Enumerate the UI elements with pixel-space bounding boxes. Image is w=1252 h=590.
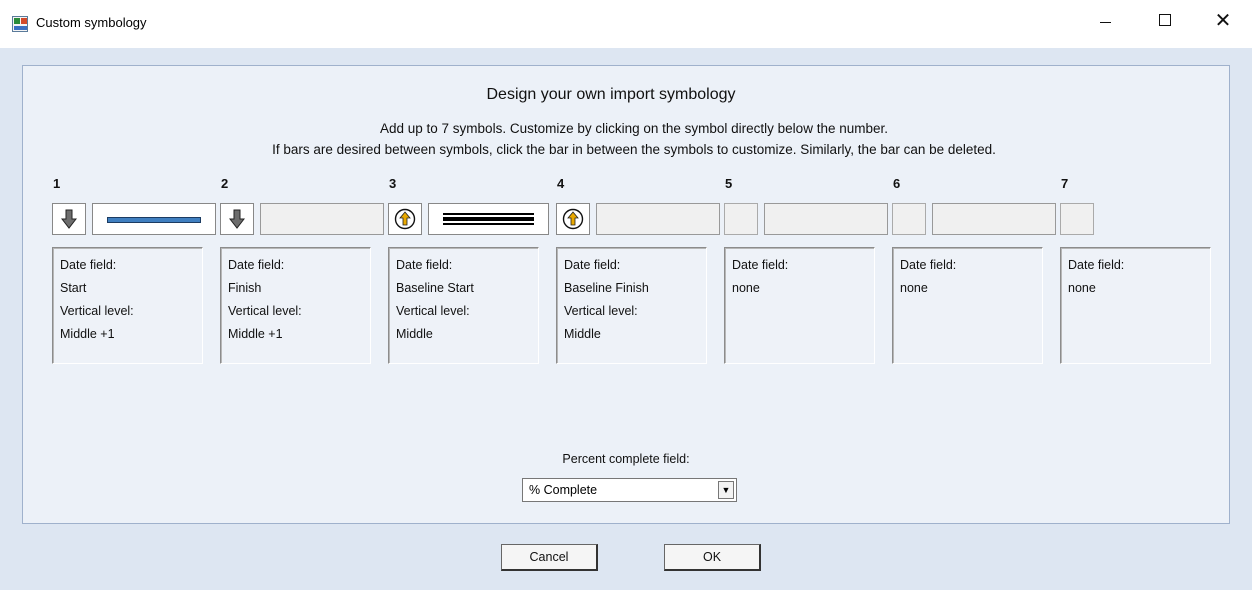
- date-field-value: Finish: [228, 281, 262, 295]
- slot-number-4: 4: [557, 176, 565, 191]
- page-heading: Design your own import symbology: [486, 86, 736, 103]
- bar-button-3[interactable]: [428, 203, 549, 235]
- percent-complete-select[interactable]: % Complete ▼: [522, 478, 737, 502]
- down-arrow-icon: [61, 209, 77, 229]
- up-arrow-circle-icon: [562, 208, 584, 230]
- date-field-label: Date field:: [1068, 258, 1125, 272]
- symbol-button-7[interactable]: [1060, 203, 1094, 235]
- ok-button[interactable]: OK: [664, 544, 761, 571]
- vertical-level-label: Vertical level:: [60, 304, 134, 318]
- instruction-text-2: If bars are desired between symbols, cli…: [272, 142, 996, 157]
- close-icon: ✕: [1214, 9, 1232, 32]
- slot-info-1[interactable]: Date field: Start Vertical level: Middle…: [52, 247, 203, 364]
- date-field-label: Date field:: [564, 258, 621, 272]
- symbol-button-5[interactable]: [724, 203, 758, 235]
- bar-button-5[interactable]: [764, 203, 888, 235]
- down-arrow-icon: [229, 209, 245, 229]
- date-field-value: none: [1068, 281, 1096, 295]
- slot-info-4[interactable]: Date field: Baseline Finish Vertical lev…: [556, 247, 707, 364]
- window-title: Custom symbology: [36, 15, 147, 30]
- symbol-button-6[interactable]: [892, 203, 926, 235]
- slot-number-7: 7: [1061, 176, 1069, 191]
- date-field-value: Start: [60, 281, 87, 295]
- vertical-level-label: Vertical level:: [396, 304, 470, 318]
- instruction-text-1: Add up to 7 symbols. Customize by clicki…: [380, 121, 888, 136]
- maximize-button[interactable]: [1142, 0, 1188, 40]
- date-field-value: none: [732, 281, 760, 295]
- cancel-button[interactable]: Cancel: [501, 544, 598, 571]
- vertical-level-value: Middle +1: [228, 327, 283, 341]
- date-field-label: Date field:: [732, 258, 789, 272]
- app-icon: [12, 16, 28, 32]
- minimize-button[interactable]: [1082, 0, 1128, 40]
- slot-number-6: 6: [893, 176, 901, 191]
- bar-button-1[interactable]: [92, 203, 216, 235]
- percent-complete-value: % Complete: [529, 483, 598, 497]
- vertical-level-value: Middle +1: [60, 327, 115, 341]
- slot-number-1: 1: [53, 176, 61, 191]
- date-field-label: Date field:: [60, 258, 117, 272]
- date-field-value: Baseline Finish: [564, 281, 649, 295]
- bar-button-2[interactable]: [260, 203, 384, 235]
- minimize-icon: [1099, 21, 1111, 23]
- chevron-down-icon[interactable]: ▼: [718, 481, 734, 499]
- slot-info-3[interactable]: Date field: Baseline Start Vertical leve…: [388, 247, 539, 364]
- bar-button-4[interactable]: [596, 203, 720, 235]
- bar-button-6[interactable]: [932, 203, 1056, 235]
- date-field-label: Date field:: [228, 258, 285, 272]
- symbol-button-2[interactable]: [220, 203, 254, 235]
- vertical-level-value: Middle: [564, 327, 601, 341]
- symbol-button-4[interactable]: [556, 203, 590, 235]
- vertical-level-label: Vertical level:: [228, 304, 302, 318]
- slot-info-7[interactable]: Date field: none: [1060, 247, 1211, 364]
- slot-info-2[interactable]: Date field: Finish Vertical level: Middl…: [220, 247, 371, 364]
- vertical-level-label: Vertical level:: [564, 304, 638, 318]
- slot-number-2: 2: [221, 176, 229, 191]
- date-field-label: Date field:: [396, 258, 453, 272]
- slot-number-3: 3: [389, 176, 397, 191]
- percent-complete-label: Percent complete field:: [562, 452, 690, 466]
- slot-number-5: 5: [725, 176, 733, 191]
- blue-bar-line: [107, 217, 201, 223]
- vertical-level-value: Middle: [396, 327, 433, 341]
- date-field-value: none: [900, 281, 928, 295]
- maximize-icon: [1159, 14, 1171, 26]
- date-field-label: Date field:: [900, 258, 957, 272]
- close-button[interactable]: ✕: [1200, 0, 1246, 40]
- slot-info-5[interactable]: Date field: none: [724, 247, 875, 364]
- symbol-button-1[interactable]: [52, 203, 86, 235]
- slot-info-6[interactable]: Date field: none: [892, 247, 1043, 364]
- symbol-button-3[interactable]: [388, 203, 422, 235]
- black-bar-line: [443, 213, 534, 225]
- date-field-value: Baseline Start: [396, 281, 474, 295]
- title-bar: Custom symbology ✕: [0, 0, 1252, 48]
- up-arrow-circle-icon: [394, 208, 416, 230]
